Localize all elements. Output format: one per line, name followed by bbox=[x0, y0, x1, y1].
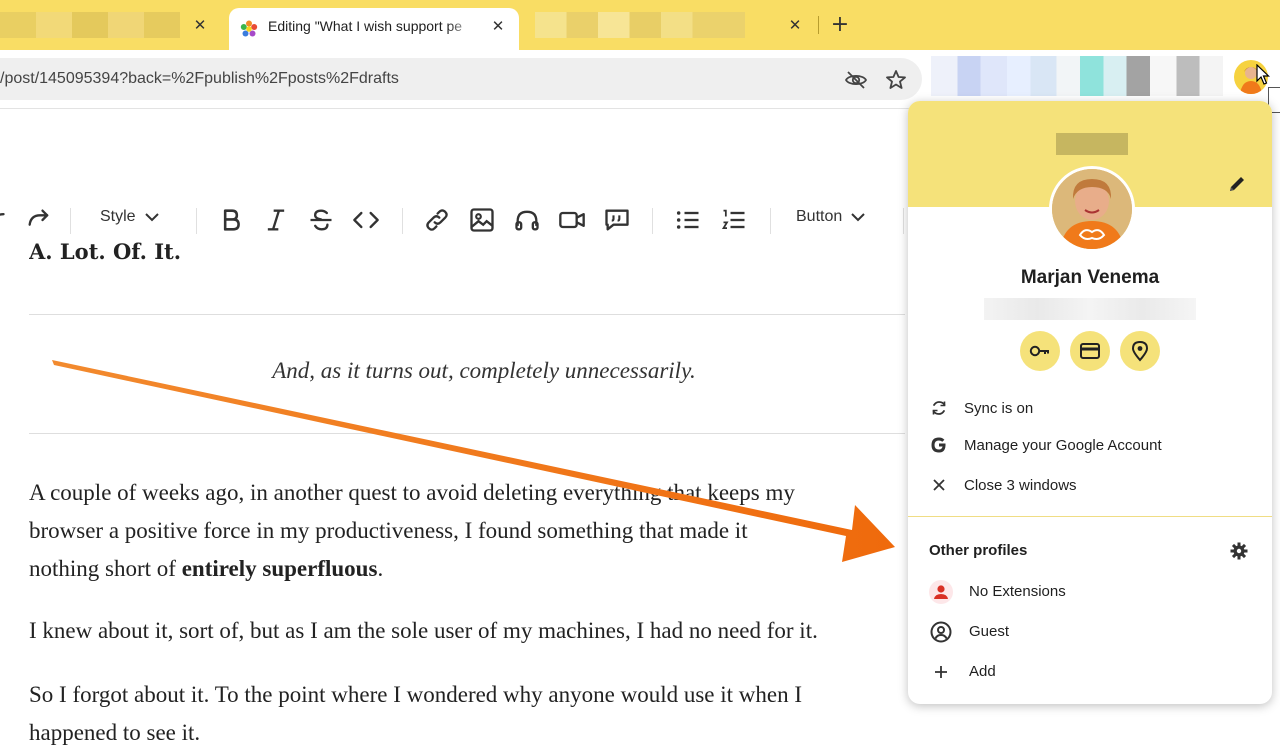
plus-icon bbox=[929, 660, 953, 684]
redo-icon[interactable] bbox=[25, 206, 53, 234]
profile-label: Add bbox=[969, 663, 996, 680]
paragraph-1-line: A couple of weeks ago, in another quest … bbox=[29, 480, 795, 505]
toolbar-separator bbox=[652, 208, 653, 234]
tab-title: Editing "What I wish support pe bbox=[268, 18, 463, 34]
link-icon[interactable] bbox=[423, 206, 451, 234]
menu-divider bbox=[908, 516, 1272, 517]
profile-email-blurred bbox=[984, 298, 1196, 320]
pull-quote[interactable]: And, as it turns out, completely unneces… bbox=[29, 358, 939, 384]
paragraph-1-line: browser a positive force in my productiv… bbox=[29, 518, 748, 543]
tab-strip: ✕ Editing "What I wish support pe ✕ ✕ + bbox=[0, 0, 1280, 50]
avatar-icon bbox=[1052, 169, 1132, 249]
image-icon[interactable] bbox=[468, 206, 496, 234]
google-g-icon bbox=[931, 437, 946, 453]
divider-top bbox=[29, 314, 905, 315]
mouse-cursor-icon bbox=[1256, 64, 1270, 85]
close-icon bbox=[933, 479, 945, 491]
guest-icon bbox=[929, 620, 953, 644]
chevron-down-icon bbox=[144, 213, 159, 222]
strikethrough-icon[interactable] bbox=[307, 206, 335, 234]
person-icon bbox=[929, 580, 953, 604]
heading-partial[interactable]: A. Lot. Of. It. bbox=[29, 239, 181, 263]
paragraph-3[interactable]: So I forgot about it. To the point where… bbox=[29, 676, 929, 752]
paragraph-1[interactable]: A couple of weeks ago, in another quest … bbox=[29, 474, 929, 588]
tab-active[interactable]: Editing "What I wish support pe ✕ bbox=[229, 8, 519, 50]
profile-name: Marjan Venema bbox=[1020, 267, 1160, 288]
close-windows-label: Close 3 windows bbox=[964, 476, 1077, 494]
pencil-edit-icon[interactable] bbox=[1226, 173, 1248, 195]
italic-icon[interactable] bbox=[262, 206, 290, 234]
credit-card-icon bbox=[1080, 343, 1100, 359]
sync-label: Sync is on bbox=[964, 399, 1034, 417]
text: nothing short of bbox=[29, 556, 182, 581]
bold-text: entirely superfluous bbox=[181, 556, 378, 581]
undo-icon[interactable] bbox=[0, 206, 14, 234]
sync-status-row[interactable]: Sync is on bbox=[908, 390, 1272, 426]
toolbar-separator bbox=[196, 208, 197, 234]
numbered-list-icon[interactable] bbox=[720, 206, 748, 234]
button-dropdown-label: Button bbox=[796, 208, 843, 225]
tab-close-icon[interactable]: ✕ bbox=[785, 15, 805, 35]
profile-menu: Marjan Venema Sync is on Manage your Goo… bbox=[908, 101, 1272, 704]
tab-blurred-right[interactable] bbox=[535, 12, 745, 38]
button-dropdown[interactable]: Button bbox=[796, 208, 866, 226]
editor-toolbar: Style Button bbox=[0, 196, 905, 244]
headphones-icon[interactable] bbox=[513, 206, 541, 234]
profile-no-extensions[interactable]: No Extensions bbox=[908, 574, 1272, 610]
style-dropdown-label: Style bbox=[100, 208, 136, 225]
url-text[interactable]: /post/145095394?back=%2Fpublish%2Fposts%… bbox=[0, 70, 399, 88]
paragraph-3-line: happened to see it. bbox=[29, 720, 201, 745]
video-icon[interactable] bbox=[558, 206, 586, 234]
key-icon bbox=[1029, 345, 1049, 357]
omnibox[interactable]: /post/145095394?back=%2Fpublish%2Fposts%… bbox=[0, 58, 922, 100]
payment-methods-button[interactable] bbox=[1070, 331, 1110, 371]
gear-icon[interactable] bbox=[1228, 540, 1250, 562]
tab-close-icon[interactable]: ✕ bbox=[190, 15, 210, 35]
divider-bottom bbox=[29, 433, 905, 434]
manage-account-row[interactable]: Manage your Google Account bbox=[908, 427, 1272, 463]
eye-off-icon[interactable] bbox=[844, 68, 868, 92]
profile-label: No Extensions bbox=[969, 583, 1066, 600]
sync-icon bbox=[932, 401, 946, 415]
bullet-list-icon[interactable] bbox=[674, 206, 702, 234]
paragraph-2[interactable]: I knew about it, sort of, but as I am th… bbox=[29, 612, 929, 650]
close-windows-row[interactable]: Close 3 windows bbox=[908, 467, 1272, 503]
style-dropdown[interactable]: Style bbox=[100, 208, 160, 226]
header-blurred-text bbox=[1056, 133, 1128, 155]
code-icon[interactable] bbox=[352, 206, 380, 234]
toolbar-separator bbox=[903, 208, 904, 234]
profile-add[interactable]: Add bbox=[908, 654, 1272, 690]
toolbar-separator bbox=[70, 208, 71, 234]
text: . bbox=[377, 556, 384, 581]
tab-separator bbox=[818, 16, 819, 34]
paragraph-1-line: nothing short of entirely superfluous. bbox=[29, 550, 929, 588]
tab-blurred-left[interactable] bbox=[0, 12, 180, 38]
bold-icon[interactable] bbox=[217, 206, 245, 234]
location-pin-icon bbox=[1131, 340, 1149, 362]
addresses-button[interactable] bbox=[1120, 331, 1160, 371]
tab-close-icon[interactable]: ✕ bbox=[488, 16, 508, 36]
profile-avatar bbox=[1049, 166, 1135, 252]
chevron-down-icon bbox=[851, 213, 865, 222]
other-profiles-title: Other profiles bbox=[929, 542, 1028, 559]
quote-comment-icon[interactable] bbox=[603, 206, 631, 234]
profile-guest[interactable]: Guest bbox=[908, 614, 1272, 650]
flower-favicon-icon bbox=[240, 20, 258, 37]
new-tab-button[interactable]: + bbox=[829, 14, 851, 36]
star-bookmark-icon[interactable] bbox=[884, 68, 908, 92]
profile-label: Guest bbox=[969, 623, 1010, 640]
paragraph-3-line: So I forgot about it. To the point where… bbox=[29, 682, 803, 707]
extensions-strip[interactable] bbox=[931, 56, 1223, 96]
manage-account-label: Manage your Google Account bbox=[964, 436, 1162, 454]
toolbar-separator bbox=[402, 208, 403, 234]
passwords-button[interactable] bbox=[1020, 331, 1060, 371]
toolbar-separator bbox=[770, 208, 771, 234]
